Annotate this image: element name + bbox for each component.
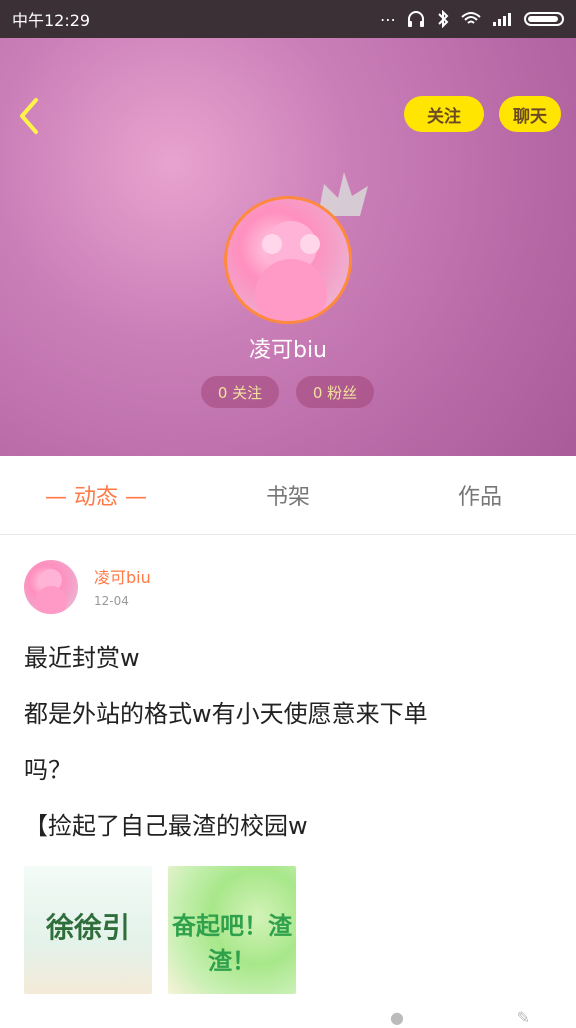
- tab-works-label: 作品: [457, 485, 502, 510]
- post-avatar[interactable]: [24, 560, 78, 614]
- follow-button[interactable]: 关注: [404, 96, 484, 132]
- status-time: 中午12:29: [12, 11, 91, 30]
- tab-bookshelf[interactable]: 书架: [192, 479, 384, 511]
- post-thumbnails: 徐徐引 奋起吧！渣渣！: [24, 866, 296, 994]
- following-label: 0 关注: [217, 383, 263, 402]
- tab-works[interactable]: 作品: [384, 479, 576, 511]
- signal-icon: [492, 11, 514, 27]
- following-stat[interactable]: 0 关注: [201, 376, 279, 408]
- profile-username: 凌可biu: [248, 338, 328, 363]
- headphones-icon: [406, 10, 426, 28]
- wifi-icon: [460, 11, 482, 27]
- tab-activity[interactable]: — 动态 —: [0, 479, 192, 511]
- post-line-2: 都是外站的格式w有小天使愿意来下单: [24, 700, 428, 728]
- post-date: 12-04: [94, 594, 129, 608]
- profile-header: 关注 聊天 凌可biu 0 关注 0 粉丝: [0, 38, 576, 456]
- post-line-1: 最近封赏w: [24, 644, 140, 672]
- followers-label: 0 粉丝: [312, 383, 358, 402]
- post-actions: ● ✎: [390, 1008, 530, 1028]
- followers-stat[interactable]: 0 粉丝: [296, 376, 374, 408]
- thumbnail-1[interactable]: 徐徐引: [24, 866, 152, 994]
- battery-icon: [524, 12, 564, 26]
- status-icons: ⋯: [380, 10, 564, 29]
- thumbnail-2[interactable]: 奋起吧！渣渣！: [168, 866, 296, 994]
- profile-avatar[interactable]: [224, 196, 352, 324]
- thumbnail-2-title: 奋起吧！渣渣！: [172, 912, 292, 975]
- chat-button[interactable]: 聊天: [499, 96, 561, 132]
- like-icon[interactable]: ✎: [517, 1008, 530, 1028]
- post-line-3: 吗？: [24, 756, 72, 784]
- comment-icon[interactable]: ●: [390, 1008, 404, 1028]
- back-button[interactable]: [14, 96, 44, 136]
- post-card: 凌可biu 12-04 最近封赏w 都是外站的格式w有小天使愿意来下单 吗？ 【…: [24, 560, 564, 840]
- tab-activity-label: — 动态 —: [45, 485, 147, 510]
- thumbnail-1-title: 徐徐引: [45, 911, 130, 944]
- bluetooth-icon: [436, 10, 450, 28]
- status-bar: 中午12:29 ⋯: [0, 0, 576, 38]
- post-line-4: 【捡起了自己最渣的校园w: [24, 812, 308, 840]
- profile-tabs: — 动态 — 书架 作品: [0, 456, 576, 535]
- follow-label: 关注: [427, 106, 461, 127]
- post-text: 最近封赏w 都是外站的格式w有小天使愿意来下单 吗？ 【捡起了自己最渣的校园w: [24, 630, 564, 854]
- more-icon: ⋯: [380, 9, 396, 29]
- post-author[interactable]: 凌可biu: [94, 564, 151, 588]
- post-meta: 凌可biu 12-04: [94, 564, 151, 608]
- tab-bookshelf-label: 书架: [265, 485, 310, 510]
- chat-label: 聊天: [513, 106, 547, 127]
